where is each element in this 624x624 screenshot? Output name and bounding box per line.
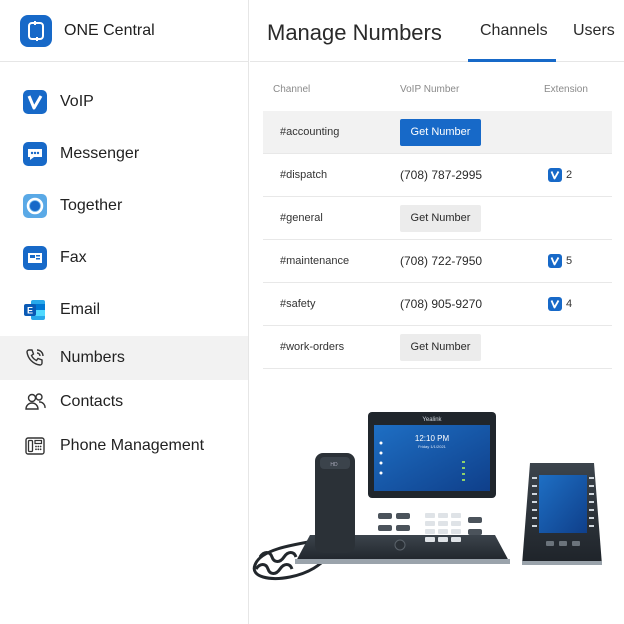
desk-phone-image: HD Yealink 12:10 PM Friday 1/1/2021 [252, 412, 602, 580]
voip-v-icon [548, 254, 562, 268]
svg-text:E: E [27, 306, 33, 316]
channel-name: #safety [280, 298, 316, 310]
tab-channels[interactable]: Channels [480, 22, 548, 40]
voip-number: (708) 722-7950 [400, 254, 483, 268]
table-row[interactable]: #general Get Number [263, 197, 612, 240]
get-number-button[interactable]: Get Number [400, 333, 481, 361]
table-row[interactable]: #maintenance (708) 722-7950 5 [263, 240, 612, 283]
phone-time: 12:10 PM [415, 434, 450, 443]
people-icon [22, 389, 48, 415]
voip-v-icon [22, 89, 48, 115]
brand-header: ONE Central [0, 0, 248, 62]
main-content: Manage Numbers Channels Users Channel Vo… [250, 0, 624, 624]
sidebar-item-label: Email [60, 301, 101, 318]
table-row[interactable]: #dispatch (708) 787-2995 2 [263, 154, 612, 197]
sidebar-item-phone-management[interactable]: Phone Management [0, 424, 248, 468]
channel-name: #general [280, 212, 323, 224]
extension-number: 2 [566, 169, 573, 181]
chat-bubble-icon [22, 141, 48, 167]
voip-v-icon [548, 297, 562, 311]
sidebar-item-label: Numbers [60, 349, 125, 366]
phone-keypad [425, 513, 461, 542]
channel-name: #dispatch [280, 169, 328, 181]
desk-phone-icon [22, 433, 48, 459]
sidebar-item-voip[interactable]: VoIP [0, 76, 248, 128]
active-tab-indicator [468, 59, 556, 62]
voip-cell: Get Number [387, 333, 532, 361]
voip-number: (708) 905-9270 [400, 297, 483, 311]
sidebar-item-email[interactable]: E Email [0, 284, 248, 336]
extension-number: 5 [566, 255, 573, 267]
fax-icon [22, 245, 48, 271]
voip-number: (708) 787-2995 [400, 168, 483, 182]
numbers-table: Channel VoIP Number Extension #accountin… [263, 68, 612, 369]
extension-cell: 5 [532, 254, 612, 268]
svg-text:HD: HD [330, 462, 338, 468]
desk-phone-illustration: HD Yealink 12:10 PM Friday 1/1/2021 [250, 405, 624, 585]
sidebar-item-together[interactable]: Together [0, 180, 248, 232]
get-number-button[interactable]: Get Number [400, 118, 481, 146]
sidebar-item-label: Messenger [60, 145, 140, 162]
sidebar-item-label: Fax [60, 249, 87, 266]
channel-name: #work-orders [280, 341, 345, 353]
column-header-channel: Channel [273, 84, 311, 95]
sidebar-item-label: Phone Management [60, 437, 205, 454]
sidebar-item-fax[interactable]: Fax [0, 232, 248, 284]
sidebar-nav: VoIP Messenger Together Fax E Email Numb… [0, 62, 248, 468]
sidebar-item-messenger[interactable]: Messenger [0, 128, 248, 180]
voip-cell: Get Number [387, 118, 532, 146]
exchange-email-icon: E [22, 297, 48, 323]
page-header: Manage Numbers Channels Users [250, 0, 624, 62]
table-row[interactable]: #work-orders Get Number [263, 326, 612, 369]
get-number-button[interactable]: Get Number [400, 204, 481, 232]
sidebar-item-label: VoIP [60, 93, 94, 110]
phone-date: Friday 1/1/2021 [418, 444, 447, 449]
sidebar: ONE Central VoIP Messenger Together Fax [0, 0, 249, 624]
extension-number: 4 [566, 298, 573, 310]
phone-brand-label: Yealink [422, 417, 442, 423]
table-row[interactable]: #accounting Get Number [263, 111, 612, 154]
voip-cell: Get Number [387, 204, 532, 232]
page-title: Manage Numbers [267, 20, 442, 45]
app-title: ONE Central [64, 21, 155, 39]
phone-number-icon [22, 345, 48, 371]
column-header-extension: Extension [544, 84, 588, 95]
voip-v-icon [548, 168, 562, 182]
extension-cell: 2 [532, 168, 612, 182]
one-central-logo-icon [20, 14, 52, 47]
circle-meeting-icon [22, 193, 48, 219]
column-header-voip-number: VoIP Number [400, 84, 460, 95]
extension-cell: 4 [532, 297, 612, 311]
channel-name: #maintenance [280, 255, 350, 267]
sidebar-item-label: Contacts [60, 393, 124, 410]
table-row[interactable]: #safety (708) 905-9270 4 [263, 283, 612, 326]
sidebar-item-label: Together [60, 197, 123, 214]
sidebar-item-contacts[interactable]: Contacts [0, 380, 248, 424]
sidebar-item-numbers[interactable]: Numbers [0, 336, 248, 380]
tab-users[interactable]: Users [573, 22, 615, 40]
channel-name: #accounting [280, 126, 340, 138]
table-header: Channel VoIP Number Extension [263, 68, 612, 111]
